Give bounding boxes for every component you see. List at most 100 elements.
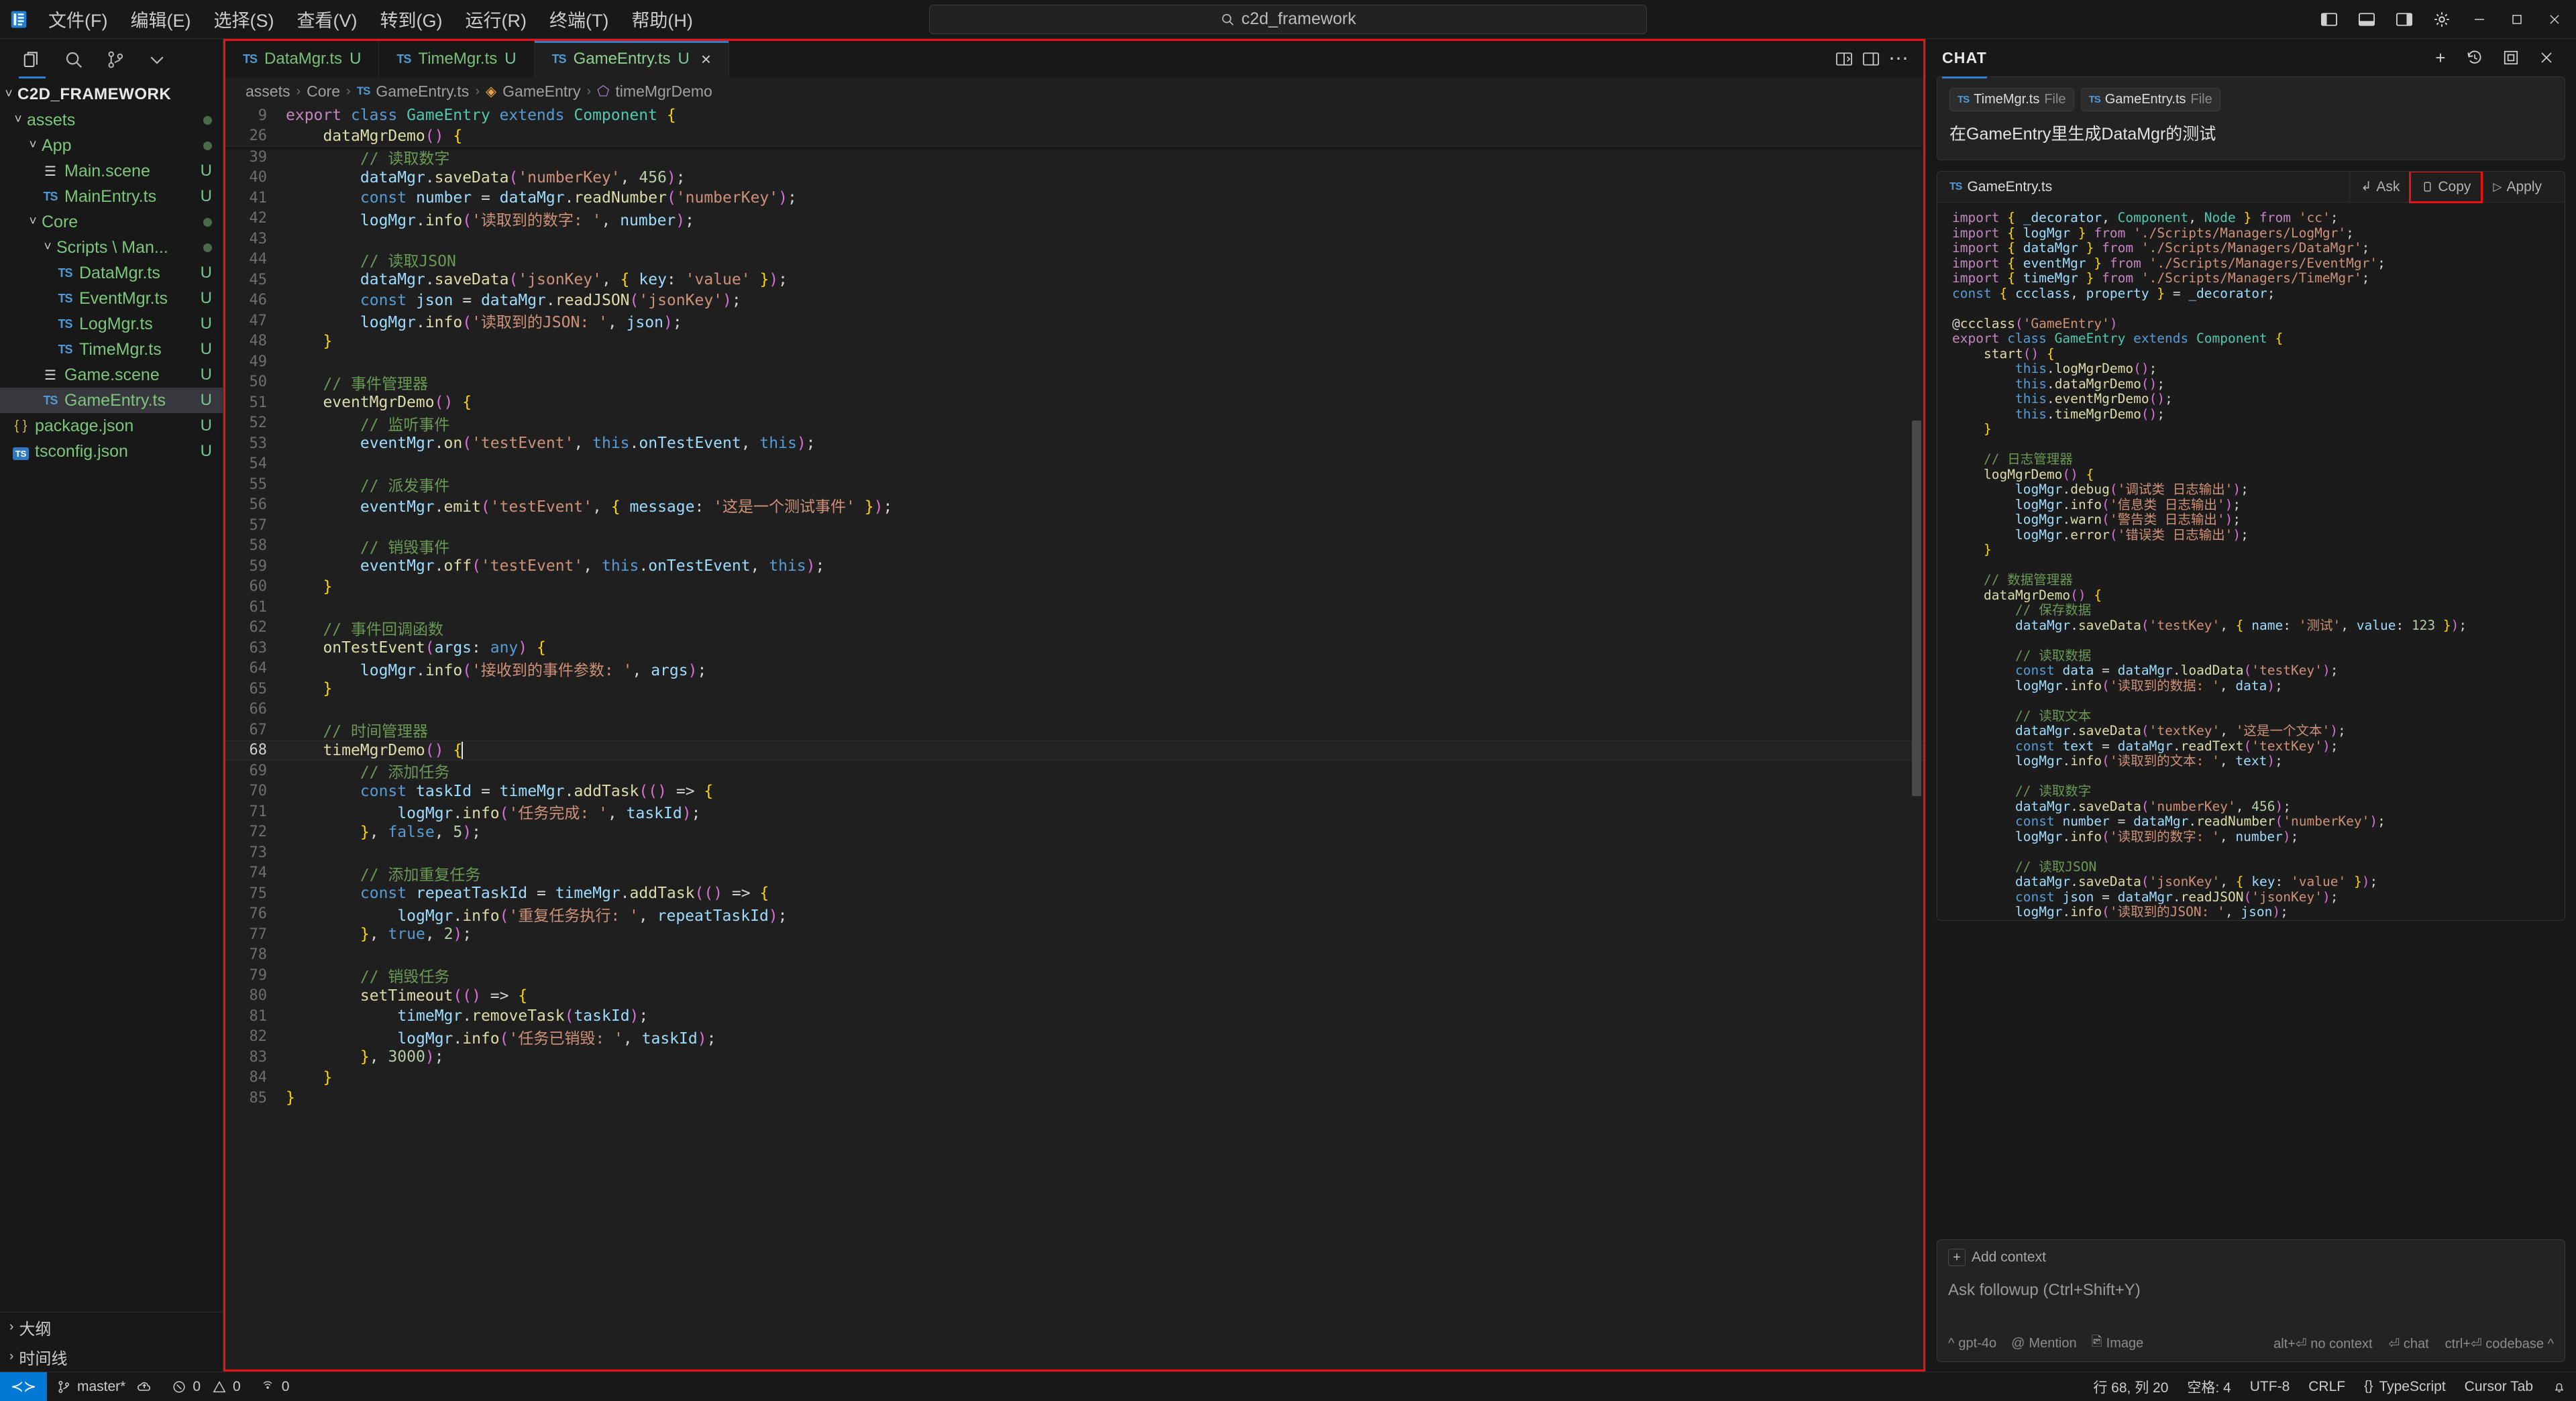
editor-line[interactable]: 76 logMgr.info('重复任务执行: ', repeatTaskId)… bbox=[225, 904, 1923, 925]
editor-line[interactable]: 60 } bbox=[225, 577, 1923, 598]
menu-view[interactable]: 查看(V) bbox=[286, 2, 368, 36]
editor-line[interactable]: 83 }, 3000); bbox=[225, 1047, 1923, 1068]
status-branch[interactable]: master* bbox=[47, 1372, 162, 1401]
editor-line[interactable]: 66 bbox=[225, 699, 1923, 720]
tree-root-row[interactable]: ˅ C2D_FRAMEWORK bbox=[0, 82, 223, 107]
editor-line[interactable]: 53 eventMgr.on('testEvent', this.onTestE… bbox=[225, 433, 1923, 454]
sidebar-section-outline[interactable]: › 大纲 bbox=[0, 1312, 223, 1342]
editor-line[interactable]: 74 // 添加重复任务 bbox=[225, 863, 1923, 884]
tree-item-datamgr-ts[interactable]: TS DataMgr.ts U bbox=[0, 260, 223, 286]
image-button[interactable]: 🖻 Image bbox=[2092, 1332, 2144, 1355]
editor-line[interactable]: 70 const taskId = timeMgr.addTask(() => … bbox=[225, 781, 1923, 802]
close-icon[interactable] bbox=[2538, 50, 2560, 66]
menu-go[interactable]: 转到(G) bbox=[369, 2, 453, 36]
toggle-panel-icon[interactable] bbox=[2349, 4, 2384, 35]
editor-line[interactable]: 41 const number = dataMgr.readNumber('nu… bbox=[225, 188, 1923, 209]
editor-line[interactable]: 55 // 派发事件 bbox=[225, 474, 1923, 496]
apply-button[interactable]: ▷ Apply bbox=[2481, 172, 2553, 202]
sidebar-section-timeline[interactable]: › 时间线 bbox=[0, 1342, 223, 1371]
editor-line[interactable]: 63 onTestEvent(args: any) { bbox=[225, 638, 1923, 659]
context-chip-timemgr[interactable]: TS TimeMgr.ts File bbox=[1949, 88, 2074, 111]
editor-line[interactable]: 48 } bbox=[225, 331, 1923, 352]
tree-item-app[interactable]: ˅ App bbox=[0, 133, 223, 158]
split-editor-icon[interactable] bbox=[1835, 50, 1854, 68]
ask-button[interactable]: ↲ Ask bbox=[2349, 172, 2410, 202]
breadcrumb-method[interactable]: timeMgrDemo bbox=[615, 82, 712, 101]
editor-line[interactable]: 77 }, true, 2); bbox=[225, 924, 1923, 945]
tab-datamgr[interactable]: TS DataMgr.ts U bbox=[225, 41, 380, 77]
status-indentation[interactable]: 空格: 4 bbox=[2178, 1372, 2240, 1401]
editor-line[interactable]: 68 timeMgrDemo() { bbox=[225, 740, 1923, 761]
more-actions-icon[interactable]: ⋯ bbox=[1888, 49, 1909, 69]
editor-line[interactable]: 59 eventMgr.off('testEvent', this.onTest… bbox=[225, 556, 1923, 577]
remote-window-icon[interactable]: ≺≻ bbox=[0, 1371, 47, 1401]
chevron-down-icon[interactable] bbox=[140, 44, 174, 75]
sync-icon[interactable] bbox=[137, 1380, 153, 1394]
chat-input-placeholder[interactable]: Ask followup (Ctrl+Shift+Y) bbox=[1948, 1281, 2554, 1300]
close-icon[interactable]: × bbox=[701, 49, 711, 70]
tree-item-package-json[interactable]: { } package.json U bbox=[0, 413, 223, 439]
menu-terminal[interactable]: 终端(T) bbox=[539, 2, 619, 36]
breadcrumb-core[interactable]: Core bbox=[307, 82, 340, 101]
status-line-col[interactable]: 行 68, 列 20 bbox=[2084, 1372, 2178, 1401]
editor-line[interactable]: 69 // 添加任务 bbox=[225, 761, 1923, 782]
explorer-icon[interactable] bbox=[15, 44, 50, 78]
command-center-search[interactable]: c2d_framework bbox=[929, 4, 1647, 34]
source-control-icon[interactable] bbox=[98, 44, 133, 75]
settings-gear-icon[interactable] bbox=[2424, 4, 2459, 35]
editor-line[interactable]: 57 bbox=[225, 515, 1923, 536]
toggle-primary-sidebar-icon[interactable] bbox=[2312, 4, 2347, 35]
editor-line[interactable]: 72 }, false, 5); bbox=[225, 822, 1923, 843]
tree-item-eventmgr-ts[interactable]: TS EventMgr.ts U bbox=[0, 286, 223, 311]
chat-input-box[interactable]: + Add context Ask followup (Ctrl+Shift+Y… bbox=[1937, 1239, 2565, 1362]
status-cursor-tab[interactable]: Cursor Tab bbox=[2455, 1372, 2542, 1401]
hint-codebase[interactable]: ctrl+⏎ codebase ^ bbox=[2445, 1335, 2554, 1352]
editor-line[interactable]: 51 eventMgrDemo() { bbox=[225, 392, 1923, 413]
tree-item-gameentry-ts[interactable]: TS GameEntry.ts U bbox=[0, 388, 223, 413]
mention-button[interactable]: @ Mention bbox=[2011, 1336, 2076, 1351]
maximize-button[interactable] bbox=[2500, 4, 2534, 35]
editor-line[interactable]: 58 // 销毁事件 bbox=[225, 536, 1923, 557]
editor-line[interactable]: 79 // 销毁任务 bbox=[225, 965, 1923, 987]
editor-line[interactable]: 54 bbox=[225, 454, 1923, 475]
menu-file[interactable]: 文件(F) bbox=[38, 2, 118, 36]
tab-gameentry[interactable]: TS GameEntry.ts U × bbox=[534, 41, 730, 77]
tree-item-game-scene[interactable]: ☰ Game.scene U bbox=[0, 362, 223, 388]
editor-line[interactable]: 62 // 事件回调函数 bbox=[225, 618, 1923, 638]
bell-icon[interactable] bbox=[2542, 1372, 2576, 1401]
editor-line[interactable]: 61 bbox=[225, 597, 1923, 618]
menu-run[interactable]: 运行(R) bbox=[454, 2, 537, 36]
editor-line[interactable]: 47 logMgr.info('读取到的JSON: ', json); bbox=[225, 311, 1923, 332]
editor-line[interactable]: 81 timeMgr.removeTask(taskId); bbox=[225, 1006, 1923, 1027]
editor-line[interactable]: 43 bbox=[225, 229, 1923, 249]
toggle-secondary-sidebar-icon[interactable] bbox=[2387, 4, 2422, 35]
new-chat-icon[interactable]: + bbox=[2430, 48, 2451, 68]
tab-timemgr[interactable]: TS TimeMgr.ts U bbox=[379, 41, 535, 77]
tree-item-mainentry-ts[interactable]: TS MainEntry.ts U bbox=[0, 184, 223, 209]
status-eol[interactable]: CRLF bbox=[2299, 1372, 2355, 1401]
editor-line[interactable]: 52 // 监听事件 bbox=[225, 413, 1923, 434]
tree-item-main-scene[interactable]: ☰ Main.scene U bbox=[0, 158, 223, 184]
menu-edit[interactable]: 编辑(E) bbox=[119, 2, 201, 36]
editor-line[interactable]: 65 } bbox=[225, 679, 1923, 699]
breadcrumb-class[interactable]: GameEntry bbox=[502, 82, 580, 101]
history-icon[interactable] bbox=[2466, 49, 2487, 66]
editor-line[interactable]: 45 dataMgr.saveData('jsonKey', { key: 'v… bbox=[225, 270, 1923, 290]
code-editor[interactable]: 9 export class GameEntry extends Componen… bbox=[225, 105, 1923, 1369]
editor-line[interactable]: 50 // 事件管理器 bbox=[225, 372, 1923, 393]
editor-line[interactable]: 67 // 时间管理器 bbox=[225, 720, 1923, 741]
editor-line[interactable]: 42 logMgr.info('读取到的数字: ', number); bbox=[225, 209, 1923, 229]
tree-item-core[interactable]: ˅ Core bbox=[0, 209, 223, 235]
status-problems[interactable]: 0 0 bbox=[162, 1372, 250, 1401]
editor-line[interactable]: 39 // 读取数字 bbox=[225, 147, 1923, 168]
breadcrumb-assets[interactable]: assets bbox=[246, 82, 290, 101]
editor-line[interactable]: 64 logMgr.info('接收到的事件参数: ', args); bbox=[225, 659, 1923, 679]
status-encoding[interactable]: UTF-8 bbox=[2241, 1372, 2300, 1401]
search-icon[interactable] bbox=[56, 44, 91, 75]
breadcrumb-file[interactable]: GameEntry.ts bbox=[376, 82, 469, 101]
menu-help[interactable]: 帮助(H) bbox=[621, 2, 703, 36]
copy-button[interactable]: Copy bbox=[2409, 171, 2483, 203]
editor-vertical-scrollbar[interactable] bbox=[1912, 421, 1921, 796]
minimize-button[interactable] bbox=[2462, 4, 2497, 35]
status-language[interactable]: {} TypeScript bbox=[2355, 1372, 2455, 1401]
